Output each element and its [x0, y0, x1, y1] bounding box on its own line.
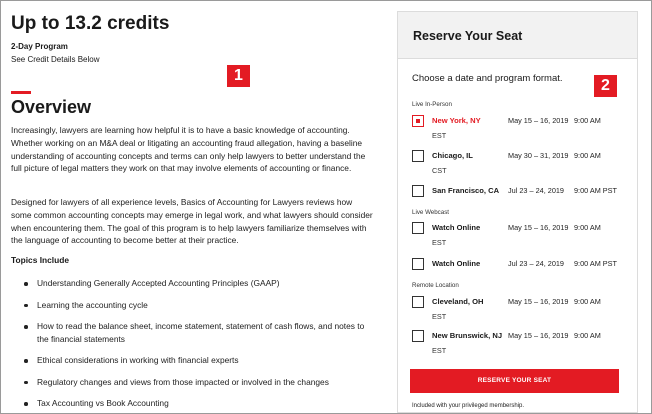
topics-heading: Topics Include	[11, 255, 70, 265]
session-option[interactable]: New York, NY EST May 15 – 16, 2019 9:00 …	[412, 113, 627, 143]
session-time: 9:00 AM	[574, 331, 601, 340]
session-checkbox[interactable]	[412, 330, 424, 342]
credits-title: Up to 13.2 credits	[11, 13, 170, 34]
session-city: New York, NY	[432, 116, 481, 125]
session-option[interactable]: Watch Online EST May 15 – 16, 2019 9:00 …	[412, 220, 627, 250]
group-label-remote: Remote Location	[412, 282, 459, 289]
overview-paragraph: Increasingly, lawyers are learning how h…	[11, 125, 366, 174]
session-time: 9:00 AM	[574, 297, 601, 306]
session-dates: May 15 – 16, 2019	[508, 116, 569, 125]
session-timezone: CST	[432, 166, 447, 175]
topics-list: Understanding Generally Accepted Account…	[11, 277, 381, 413]
session-city: New Brunswick, NJ	[432, 331, 503, 340]
session-timezone: EST	[432, 346, 447, 355]
session-city: Watch Online	[432, 259, 481, 268]
annotation-badge-1: 1	[227, 65, 250, 87]
session-time: 9:00 AM PST	[574, 186, 617, 195]
topic-item: How to read the balance sheet, income st…	[11, 320, 377, 345]
session-dates: Jul 23 – 24, 2019	[508, 259, 564, 268]
session-option[interactable]: Chicago, IL CST May 30 – 31, 2019 9:00 A…	[412, 148, 627, 178]
group-label-in-person: Live In-Person	[412, 101, 452, 108]
session-city: Watch Online	[432, 223, 481, 232]
session-dates: May 15 – 16, 2019	[508, 297, 569, 306]
topic-item: Regulatory changes and views from those …	[11, 376, 377, 389]
session-timezone: EST	[432, 131, 447, 140]
reserve-seat-button[interactable]: RESERVE YOUR SEAT	[410, 369, 619, 393]
reserve-panel: Reserve Your Seat Choose a date and prog…	[397, 11, 638, 413]
membership-note: Included with your privileged membership…	[412, 403, 525, 409]
session-checkbox[interactable]	[412, 296, 424, 308]
session-time: 9:00 AM PST	[574, 259, 617, 268]
reserve-panel-header: Reserve Your Seat	[398, 12, 637, 59]
session-time: 9:00 AM	[574, 116, 601, 125]
session-dates: Jul 23 – 24, 2019	[508, 186, 564, 195]
session-dates: May 15 – 16, 2019	[508, 223, 569, 232]
program-details: Up to 13.2 credits 2-Day Program See Cre…	[11, 1, 381, 413]
program-duration: 2-Day Program	[11, 42, 68, 51]
session-checkbox[interactable]	[412, 115, 424, 127]
page-frame: Up to 13.2 credits 2-Day Program See Cre…	[0, 0, 652, 414]
overview-heading: Overview	[11, 97, 92, 117]
annotation-badge-2: 2	[594, 75, 617, 97]
topic-item: Ethical considerations in working with f…	[11, 354, 377, 367]
session-city: San Francisco, CA	[432, 186, 500, 195]
session-checkbox[interactable]	[412, 150, 424, 162]
session-city: Cleveland, OH	[432, 297, 484, 306]
topic-item: Learning the accounting cycle	[11, 299, 377, 312]
group-label-webcast: Live Webcast	[412, 209, 450, 216]
session-timezone: EST	[432, 238, 447, 247]
reserve-title: Reserve Your Seat	[413, 29, 523, 43]
session-checkbox[interactable]	[412, 258, 424, 270]
session-time: 9:00 AM	[574, 223, 601, 232]
credit-details-link[interactable]: See Credit Details Below	[11, 55, 99, 64]
session-option[interactable]: New Brunswick, NJ EST May 15 – 16, 2019 …	[412, 328, 627, 358]
session-timezone: EST	[432, 312, 447, 321]
session-city: Chicago, IL	[432, 151, 473, 160]
topic-item: Tax Accounting vs Book Accounting	[11, 397, 377, 410]
session-dates: May 15 – 16, 2019	[508, 331, 569, 340]
section-accent-bar	[11, 91, 31, 94]
choose-instructions: Choose a date and program format.	[412, 73, 563, 84]
overview-paragraph: Designed for lawyers of all experience l…	[11, 197, 373, 246]
session-option[interactable]: Cleveland, OH EST May 15 – 16, 2019 9:00…	[412, 294, 627, 324]
session-checkbox[interactable]	[412, 185, 424, 197]
session-time: 9:00 AM	[574, 151, 601, 160]
session-checkbox[interactable]	[412, 222, 424, 234]
session-dates: May 30 – 31, 2019	[508, 151, 569, 160]
topic-item: Understanding Generally Accepted Account…	[11, 277, 377, 290]
